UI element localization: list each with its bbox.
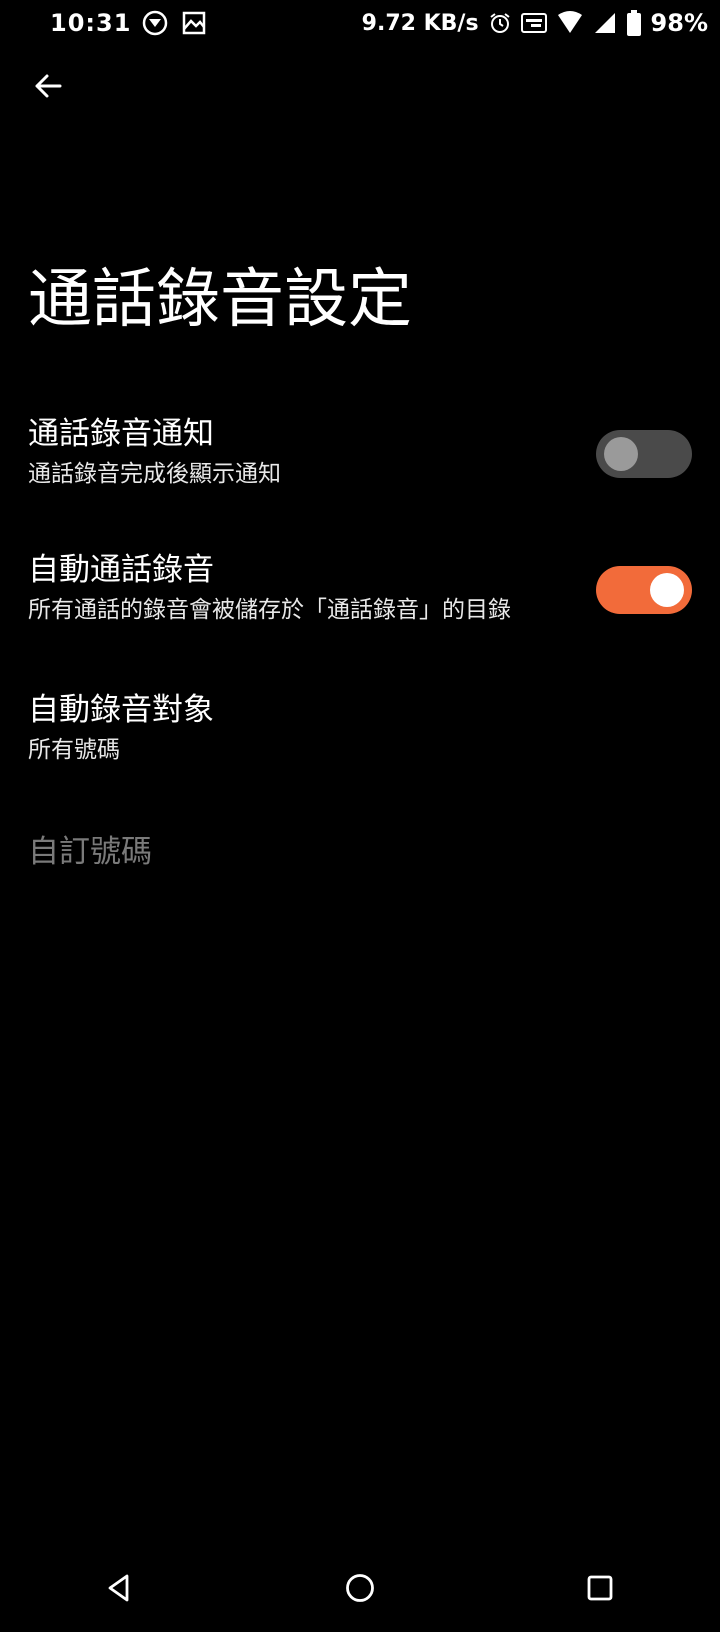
network-speed: 9.72 KB/s [361, 10, 479, 36]
back-button[interactable] [26, 66, 70, 110]
page-title: 通話錄音設定 [28, 263, 412, 337]
nav-home-button[interactable] [330, 1560, 390, 1620]
gallery-icon [181, 10, 207, 36]
auto-record-toggle[interactable] [596, 566, 692, 614]
back-triangle-icon [105, 1573, 135, 1607]
battery-icon [626, 10, 641, 36]
nav-recents-button[interactable] [570, 1560, 630, 1620]
setting-title-auto-target: 自動錄音對象 [28, 692, 214, 728]
setting-summary-auto-target: 所有號碼 [28, 737, 120, 764]
battery-percent: 98% [650, 9, 708, 37]
signal-icon [593, 11, 617, 35]
arrow-left-icon [32, 70, 64, 106]
home-circle-icon [344, 1572, 376, 1608]
auto-brightness-icon [520, 12, 547, 34]
setting-row-auto-target[interactable]: 自動錄音對象 所有號碼 [0, 690, 720, 766]
status-left: 10:31 [10, 9, 207, 37]
notification-icon [141, 9, 171, 37]
recents-square-icon [586, 1574, 614, 1606]
navigation-bar [0, 1548, 720, 1632]
status-right: 9.72 KB/s 98% [362, 9, 708, 37]
setting-summary-notify: 通話錄音完成後顯示通知 [28, 461, 281, 488]
status-bar: 10:31 9.72 KB/s 98% [0, 0, 720, 46]
setting-row-auto-record[interactable]: 自動通話錄音 所有通話的錄音會被儲存於「通話錄音」的目錄 [0, 550, 720, 626]
notify-toggle[interactable] [596, 430, 692, 478]
toggle-knob [650, 573, 684, 607]
setting-row-notify[interactable]: 通話錄音通知 通話錄音完成後顯示通知 [0, 414, 720, 490]
setting-row-custom-numbers[interactable]: 自訂號碼 [0, 832, 720, 872]
setting-title-auto-record: 自動通話錄音 [28, 552, 214, 588]
toggle-knob [604, 437, 638, 471]
status-time: 10:31 [50, 9, 132, 37]
setting-summary-auto-record: 所有通話的錄音會被儲存於「通話錄音」的目錄 [28, 597, 511, 624]
wifi-icon [557, 11, 583, 35]
nav-back-button[interactable] [90, 1560, 150, 1620]
setting-title-custom-numbers: 自訂號碼 [28, 834, 152, 870]
setting-title-notify: 通話錄音通知 [28, 416, 214, 452]
alarm-icon [489, 12, 511, 34]
